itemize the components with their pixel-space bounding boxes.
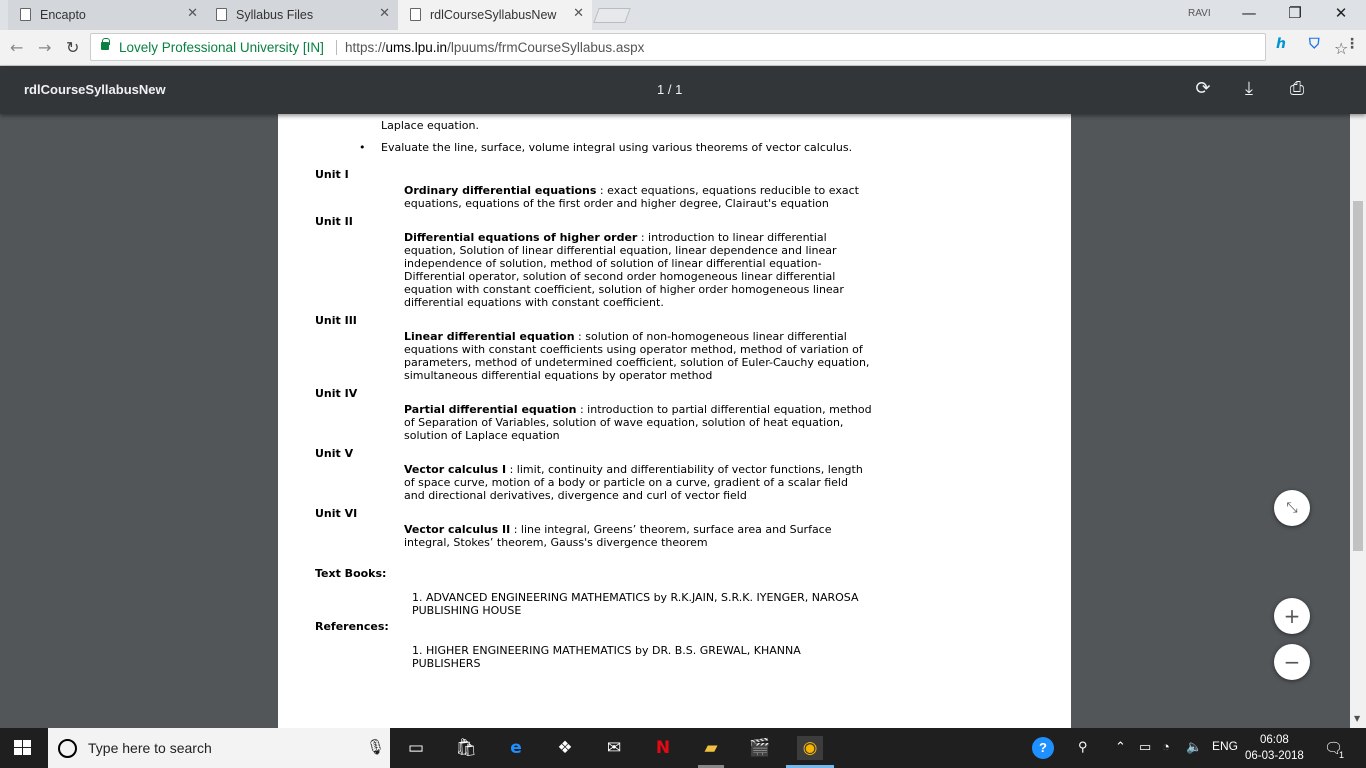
unit-label: Unit VI: [315, 507, 358, 520]
cortana-icon: [58, 739, 77, 758]
forward-icon[interactable]: →: [38, 38, 51, 57]
tab-label: Encapto: [40, 8, 86, 22]
battery-icon[interactable]: ▭: [1139, 739, 1151, 755]
page-icon: [410, 8, 421, 21]
zoom-in-button[interactable]: +: [1274, 598, 1310, 634]
unit-label: Unit III: [315, 314, 357, 327]
zoom-out-button[interactable]: −: [1274, 644, 1310, 680]
unit-content: Linear differential equation : solution …: [404, 330, 874, 382]
task-view-icon[interactable]: ▭: [403, 736, 429, 760]
tab-label: Syllabus Files: [236, 8, 314, 22]
close-icon[interactable]: ✕: [573, 6, 584, 21]
site-identity[interactable]: Lovely Professional University [IN]: [119, 40, 324, 55]
hp-extension-icon[interactable]: ℎ: [1276, 36, 1286, 52]
lock-icon: [101, 38, 110, 50]
url-path: /lpuums/frmCourseSyllabus.aspx: [447, 40, 645, 55]
tab-syllabus-files[interactable]: Syllabus Files ✕: [204, 0, 398, 30]
reference-item: 1. HIGHER ENGINEERING MATHEMATICS by DR.…: [412, 644, 801, 670]
restore-icon[interactable]: ❐: [1280, 4, 1310, 22]
print-icon[interactable]: ⎙: [1285, 78, 1309, 99]
chrome-icon[interactable]: ◉: [797, 736, 823, 760]
new-tab-button[interactable]: [593, 8, 631, 23]
movies-icon[interactable]: 🎬: [747, 736, 773, 760]
unit-topic: Differential equations of higher order: [404, 231, 638, 244]
scroll-down-icon[interactable]: ▼: [1354, 714, 1360, 723]
minimize-icon[interactable]: —: [1234, 4, 1264, 22]
dropbox-icon[interactable]: ❖: [552, 736, 578, 760]
references-heading: References:: [315, 620, 389, 633]
page-icon: [216, 8, 227, 21]
scroll-thumb[interactable]: [1353, 201, 1363, 551]
reload-icon[interactable]: ↻: [66, 38, 79, 57]
pdf-viewer: Laplace equation. • Evaluate the line, s…: [0, 66, 1366, 728]
mail-icon[interactable]: ✉: [601, 736, 627, 760]
store-icon[interactable]: 🛍: [453, 736, 479, 760]
help-icon[interactable]: ?: [1032, 737, 1054, 759]
unit-label: Unit V: [315, 447, 354, 460]
netflix-icon[interactable]: N: [650, 736, 676, 760]
unit-label: Unit I: [315, 168, 349, 181]
window-close-icon[interactable]: ✕: [1326, 4, 1356, 22]
rotate-icon[interactable]: ⟳: [1191, 78, 1215, 99]
unit-content: Vector calculus I : limit, continuity an…: [404, 463, 872, 502]
unit-topic: Linear differential equation: [404, 330, 575, 343]
url-domain: ums.lpu.in: [385, 40, 448, 55]
browser-toolbar: ← → ↻ Lovely Professional University [IN…: [0, 30, 1366, 66]
bullet-icon: •: [359, 141, 366, 154]
pdf-page: Laplace equation. • Evaluate the line, s…: [278, 66, 1071, 728]
volume-icon[interactable]: 🔈: [1186, 739, 1202, 755]
microphone-icon[interactable]: 🎙: [366, 738, 385, 756]
system-clock[interactable]: 06:08 06-03-2018: [1245, 732, 1304, 764]
unit-topic: Partial differential equation: [404, 403, 577, 416]
address-bar[interactable]: Lovely Professional University [IN] http…: [90, 33, 1348, 61]
page-icon: [20, 8, 31, 21]
back-icon[interactable]: ←: [10, 38, 23, 57]
search-placeholder: Type here to search: [88, 740, 212, 756]
language-indicator[interactable]: ENG: [1212, 739, 1238, 753]
url-text[interactable]: https://ums.lpu.in/lpuums/frmCourseSylla…: [345, 40, 644, 55]
profile-name[interactable]: RAVI: [1188, 8, 1211, 19]
url-scheme: https://: [345, 40, 386, 55]
notification-count: 1: [1339, 750, 1345, 760]
unit-topic: Ordinary differential equations: [404, 184, 597, 197]
tab-strip: Encapto ✕ Syllabus Files ✕ rdlCourseSyll…: [0, 0, 1366, 30]
close-icon[interactable]: ✕: [379, 6, 390, 21]
unit-content: Partial differential equation : introduc…: [404, 403, 874, 442]
outcome-partial: Laplace equation.: [381, 119, 479, 132]
tab-label: rdlCourseSyllabusNew: [430, 8, 557, 22]
tab-rdlcoursesyllabusnew[interactable]: rdlCourseSyllabusNew ✕: [398, 0, 592, 30]
taskbar-search-box[interactable]: Type here to search 🎙: [48, 728, 390, 768]
unit-content: Ordinary differential equations : exact …: [404, 184, 874, 210]
unit-label: Unit II: [315, 215, 353, 228]
text-books-heading: Text Books:: [315, 567, 387, 580]
clock-date: 06-03-2018: [1245, 750, 1304, 762]
unit-topic: Vector calculus II: [404, 523, 511, 536]
taskbar: Type here to search 🎙 ▭ 🛍 e ❖ ✉ N ▰ 🎬 ◉ …: [0, 728, 1366, 768]
shield-extension-icon[interactable]: ⛉: [1309, 36, 1320, 52]
unit-content: Differential equations of higher order :…: [404, 231, 844, 309]
menu-icon[interactable]: ⋮: [1345, 36, 1359, 52]
close-icon[interactable]: ✕: [187, 6, 198, 21]
fit-to-page-icon[interactable]: ⤡: [1274, 490, 1310, 526]
vertical-scrollbar[interactable]: ▲ ▼: [1350, 66, 1366, 728]
page-indicator: 1 / 1: [657, 82, 683, 97]
show-hidden-icons[interactable]: ⌃: [1115, 739, 1126, 755]
pdf-toolbar: rdlCourseSyllabusNew 1 / 1 ⟳ ⤓ ⎙: [0, 66, 1366, 114]
download-icon[interactable]: ⤓: [1237, 78, 1261, 99]
text-book-item: 1. ADVANCED ENGINEERING MATHEMATICS by R…: [412, 591, 859, 617]
file-explorer-icon[interactable]: ▰: [698, 736, 724, 760]
windows-start-icon[interactable]: [14, 740, 32, 756]
clock-time: 06:08: [1260, 734, 1289, 746]
unit-label: Unit IV: [315, 387, 358, 400]
outcome-last: Evaluate the line, surface, volume integ…: [381, 141, 853, 154]
tab-encapto[interactable]: Encapto ✕: [8, 0, 206, 30]
edge-icon[interactable]: e: [503, 736, 529, 760]
divider: [336, 40, 337, 55]
unit-topic: Vector calculus I: [404, 463, 507, 476]
unit-content: Vector calculus II : line integral, Gree…: [404, 523, 844, 549]
people-icon[interactable]: ⚲: [1078, 739, 1088, 755]
pdf-title: rdlCourseSyllabusNew: [24, 82, 166, 97]
wifi-icon[interactable]: ◔: [1162, 739, 1170, 754]
